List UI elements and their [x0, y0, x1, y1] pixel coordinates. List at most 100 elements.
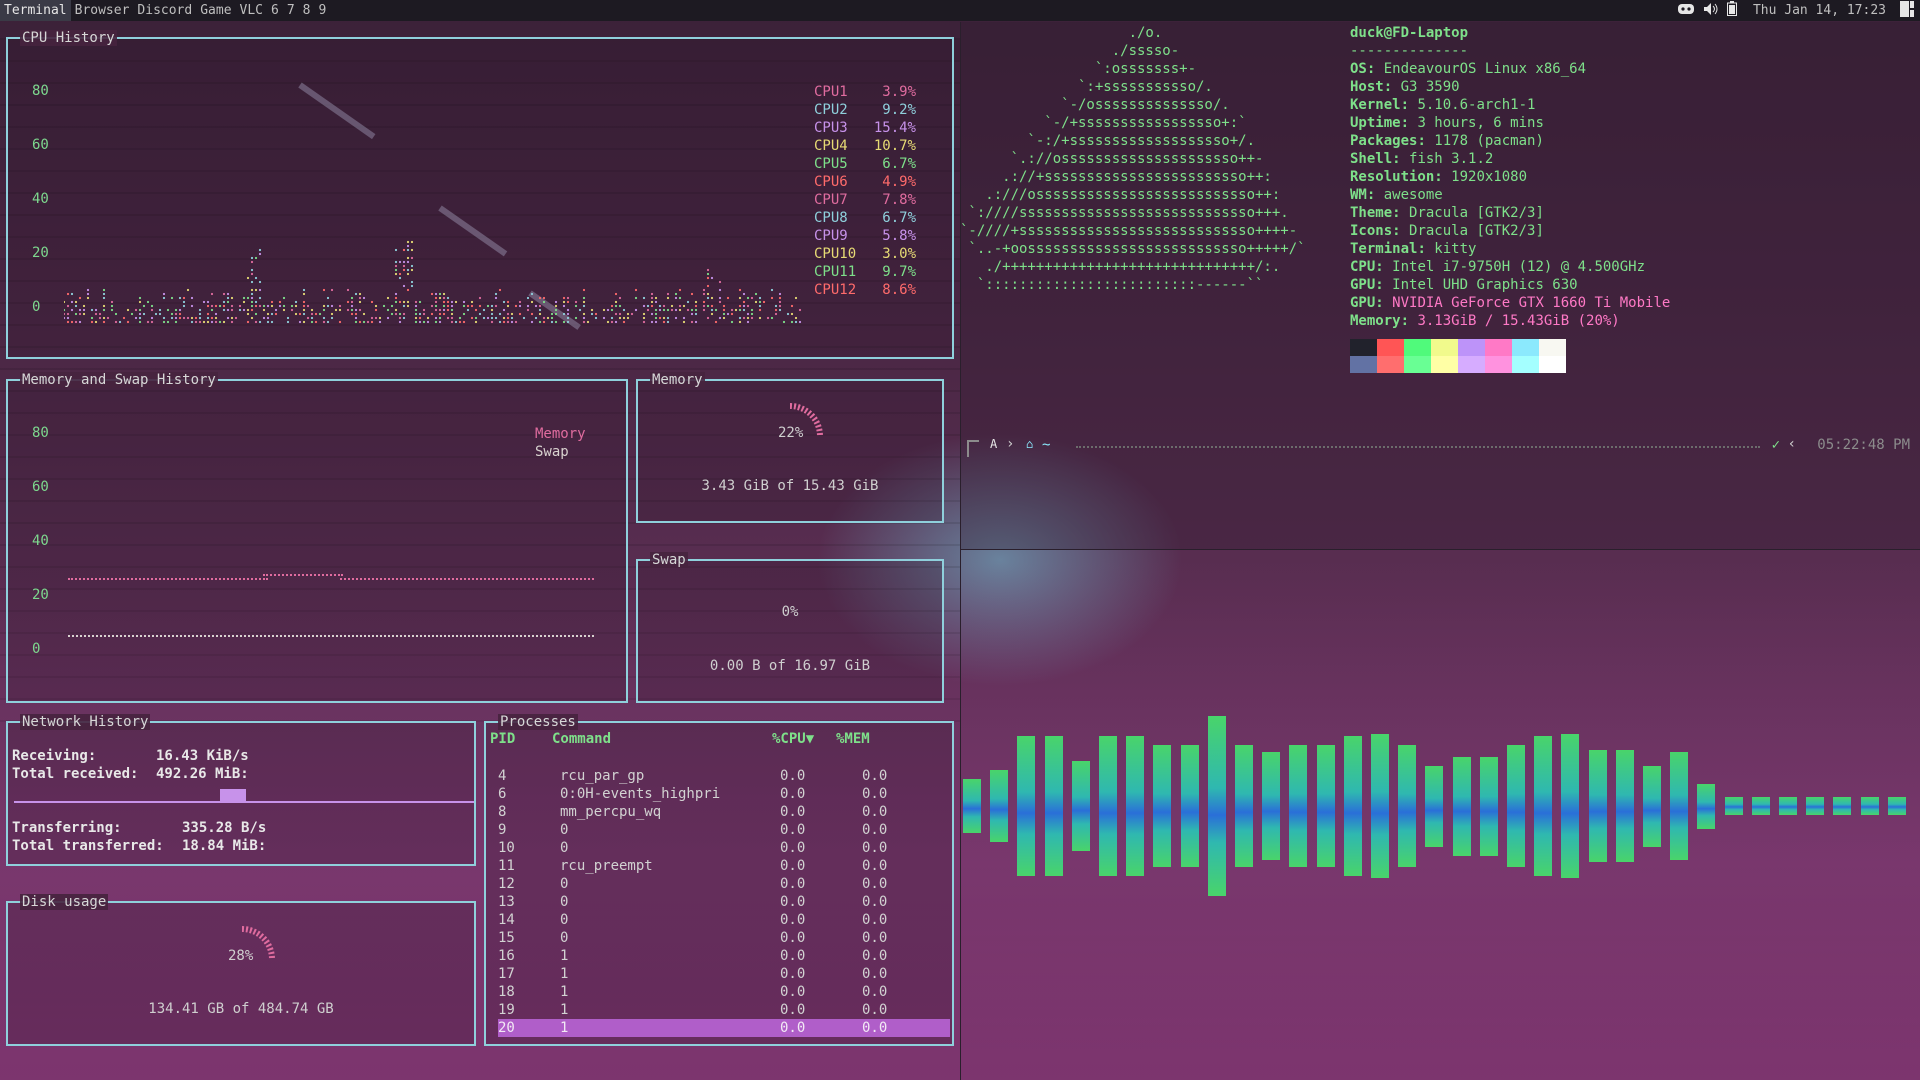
color-swatch: [1377, 356, 1404, 373]
cpu-legend-item: CPU12 8.6%: [814, 282, 916, 298]
cpu-legend-item: CPU8 6.7%: [814, 210, 916, 226]
cpu-history-title: CPU History: [20, 30, 117, 46]
visualizer-bar: [1452, 756, 1471, 856]
table-row[interactable]: 13 0 0.0 0.0: [498, 893, 950, 911]
color-swatch: [1539, 339, 1566, 356]
top-bar: Terminal Browser Discord Game VLC 6 7 8 9 Thu Ja…: [0, 0, 1920, 21]
mem-cell: 0.0: [862, 768, 888, 784]
visualizer-bar: [1479, 756, 1498, 856]
pid-cell: 6: [498, 786, 507, 802]
logo-line: `:osssssss+-: [960, 61, 1197, 77]
discord-icon[interactable]: [1677, 2, 1695, 20]
table-row[interactable]: 9 0 0.0 0.0: [498, 821, 950, 839]
table-row[interactable]: 10 0 0.0 0.0: [498, 839, 950, 857]
pid-cell: 11: [498, 858, 515, 874]
workspace-tag[interactable]: 7: [283, 0, 299, 21]
visualizer-bar: [1833, 797, 1852, 815]
table-row[interactable]: 14 0 0.0 0.0: [498, 911, 950, 929]
cpu-legend-item: CPU3 15.4%: [814, 120, 916, 136]
mem-cell: 0.0: [862, 1019, 950, 1037]
logo-line: ./++++++++++++++++++++++++++++++/:.: [960, 259, 1281, 275]
cpu-legend-item: CPU6 4.9%: [814, 174, 916, 190]
table-row[interactable]: 19 1 0.0 0.0: [498, 1001, 950, 1019]
cpu-cell: 0.0: [780, 1019, 862, 1037]
table-row[interactable]: 4 rcu_par_gp 0.0 0.0: [498, 767, 950, 785]
pid-cell: 16: [498, 948, 515, 964]
info-field: GPU: Intel UHD Graphics 630: [1350, 277, 1578, 293]
disk-usage-panel: Disk usage 28% 134.41 GB of 484.74 GB: [6, 894, 476, 1046]
workspace-tag[interactable]: VLC: [236, 0, 267, 21]
workspace-tag[interactable]: Discord: [133, 0, 196, 21]
info-field: Packages: 1178 (pacman): [1350, 133, 1544, 149]
visualizer-bar: [1507, 744, 1525, 868]
visualizer-bar: [1071, 761, 1090, 851]
table-row[interactable]: 12 0 0.0 0.0: [498, 875, 950, 893]
workspace-tag[interactable]: 8: [299, 0, 315, 21]
color-swatch: [1404, 356, 1431, 373]
cpu-cell: 0.0: [780, 822, 806, 838]
visualizer-bar: [1262, 752, 1281, 860]
layout-icon[interactable]: [1900, 0, 1914, 21]
visualizer-bar: [990, 770, 1009, 842]
memory-swap-history-panel: Memory and Swap History 80 60 40 20 0 Memory…: [6, 372, 628, 703]
logo-line: `-/ossssssssssssso/.: [960, 97, 1230, 113]
cpu-cell: 0.0: [780, 858, 806, 874]
color-swatch: [1431, 339, 1458, 356]
info-field: Memory: 3.13GiB / 15.43GiB (20%): [1350, 313, 1620, 329]
memory-legend-item: Swap: [535, 444, 569, 460]
table-row[interactable]: 6 0:0H-events_highpri 0.0 0.0: [498, 785, 950, 803]
cpu-legend: CPU1 3.9% CPU2 9.2% CPU3 15.4% CPU4 10.7% CPU5 6.…: [814, 83, 916, 299]
color-swatch: [1485, 356, 1512, 373]
header-command[interactable]: Command: [552, 731, 611, 747]
table-row[interactable]: 17 1 0.0 0.0: [498, 965, 950, 983]
command-cell: 1: [560, 966, 569, 982]
logo-line: `:+sssssssssso/.: [960, 79, 1213, 95]
table-row[interactable]: 11 rcu_preempt 0.0 0.0: [498, 857, 950, 875]
pid-cell: 4: [498, 768, 507, 784]
memory-percent: 22%: [778, 425, 804, 441]
volume-icon[interactable]: [1703, 2, 1719, 20]
battery-icon[interactable]: [1726, 1, 1737, 20]
table-row[interactable]: 16 1 0.0 0.0: [498, 947, 950, 965]
workspace-tag[interactable]: 9: [315, 0, 331, 21]
info-field: Theme: Dracula [GTK2/3]: [1350, 205, 1544, 221]
y-tick-label: 0: [32, 299, 41, 315]
table-row[interactable]: 20 1 0.0 0.0: [498, 1019, 950, 1037]
table-row[interactable]: 15 0 0.0 0.0: [498, 929, 950, 947]
audio-visualizer: [963, 700, 1913, 900]
header-pid[interactable]: PID: [490, 731, 515, 747]
home-icon: ⌂: [1026, 437, 1034, 451]
header-cpu[interactable]: %CPU▼: [772, 731, 814, 747]
cpu-cell: 0.0: [780, 786, 806, 802]
workspace-tag[interactable]: Game: [196, 0, 235, 21]
shell-prompt[interactable]: A › ⌂ ~ ✓ ‹ 05:22:48 PM: [966, 436, 1910, 457]
mem-cell: 0.0: [862, 912, 888, 928]
neofetch-logo: ./o. ./sssso- `:osssssss+- `:+ssssssssss…: [960, 24, 1306, 294]
cpu-cell: 0.0: [780, 966, 806, 982]
swap-detail: 0.00 B of 16.97 GiB: [709, 658, 871, 674]
info-separator: --------------: [1350, 43, 1469, 59]
total-received-label: Total received:: [12, 766, 139, 782]
cpu-legend-item: CPU11 9.7%: [814, 264, 916, 280]
disk-usage-title: Disk usage: [20, 894, 109, 910]
cpu-cell: 0.0: [780, 840, 806, 856]
table-row[interactable]: 8 mm_percpu_wq 0.0 0.0: [498, 803, 950, 821]
prompt-corner-icon: [967, 440, 979, 457]
mem-cell: 0.0: [862, 984, 888, 1000]
y-tick-label: 60: [32, 137, 49, 153]
window-divider-h: [960, 549, 1920, 550]
info-field: Resolution: 1920x1080: [1350, 169, 1528, 185]
color-swatch: [1431, 356, 1458, 373]
info-field: Uptime: 3 hours, 6 mins: [1350, 115, 1544, 131]
visualizer-bar: [1779, 797, 1797, 815]
cpu-cell: 0.0: [780, 876, 806, 892]
visualizer-bar: [963, 779, 981, 833]
pid-cell: 10: [498, 840, 515, 856]
table-row[interactable]: 18 1 0.0 0.0: [498, 983, 950, 1001]
workspace-tag[interactable]: 6: [267, 0, 283, 21]
visualizer-bar: [1534, 735, 1553, 877]
workspace-tag[interactable]: Browser: [71, 0, 134, 21]
header-mem[interactable]: %MEM: [836, 731, 870, 747]
transferring-value: 335.28 B/s: [182, 820, 267, 836]
workspace-tag[interactable]: Terminal: [0, 0, 71, 21]
